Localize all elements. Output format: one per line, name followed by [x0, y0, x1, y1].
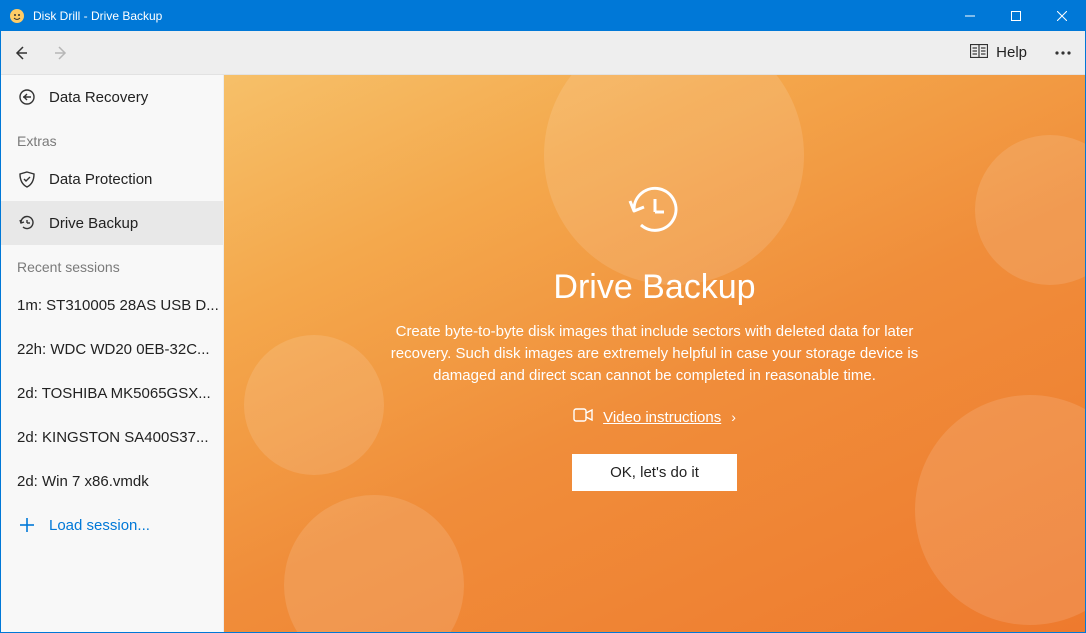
- video-instructions-link[interactable]: Video instructions ›: [573, 408, 736, 426]
- toolbar: Help: [1, 31, 1085, 75]
- video-link-label: Video instructions: [603, 409, 721, 426]
- sidebar-label: Data Protection: [49, 171, 152, 188]
- main-title: Drive Backup: [553, 268, 755, 307]
- body: Data Recovery Extras Data Protection Dri…: [1, 75, 1085, 632]
- recent-session[interactable]: 22h: WDC WD20 0EB-32C...: [1, 327, 223, 371]
- sidebar-label: Drive Backup: [49, 215, 138, 232]
- recent-session[interactable]: 2d: TOSHIBA MK5065GSX...: [1, 371, 223, 415]
- minimize-button[interactable]: [947, 1, 993, 31]
- sidebar-section-recent: Recent sessions: [1, 245, 223, 283]
- decoration: [284, 495, 464, 632]
- decoration: [915, 395, 1085, 625]
- forward-button[interactable]: [41, 31, 81, 75]
- load-session-label: Load session...: [49, 517, 150, 534]
- ok-lets-do-it-button[interactable]: OK, let's do it: [572, 454, 737, 491]
- plus-icon: [17, 515, 37, 535]
- decoration: [975, 135, 1085, 285]
- close-button[interactable]: [1039, 1, 1085, 31]
- sidebar-item-data-protection[interactable]: Data Protection: [1, 157, 223, 201]
- app-window: Disk Drill - Drive Backup Help: [0, 0, 1086, 633]
- backup-icon: [17, 213, 37, 233]
- backup-hero-icon: [620, 175, 690, 250]
- shield-icon: [17, 169, 37, 189]
- recovery-icon: [17, 87, 37, 107]
- back-button[interactable]: [1, 31, 41, 75]
- chevron-right-icon: ›: [731, 409, 736, 425]
- recent-session[interactable]: 2d: Win 7 x86.vmdk: [1, 459, 223, 503]
- more-button[interactable]: [1041, 31, 1085, 75]
- help-button[interactable]: Help: [956, 31, 1041, 75]
- help-label: Help: [996, 44, 1027, 61]
- sidebar-item-data-recovery[interactable]: Data Recovery: [1, 75, 223, 119]
- video-icon: [573, 408, 593, 426]
- app-icon: [9, 8, 25, 24]
- sidebar-label: Data Recovery: [49, 89, 148, 106]
- title-bar[interactable]: Disk Drill - Drive Backup: [1, 1, 1085, 31]
- window-title: Disk Drill - Drive Backup: [33, 9, 162, 23]
- sidebar-section-extras: Extras: [1, 119, 223, 157]
- main-panel: Drive Backup Create byte-to-byte disk im…: [224, 75, 1085, 632]
- recent-session[interactable]: 2d: KINGSTON SA400S37...: [1, 415, 223, 459]
- recent-session[interactable]: 1m: ST310005 28AS USB D...: [1, 283, 223, 327]
- sidebar-item-drive-backup[interactable]: Drive Backup: [1, 201, 223, 245]
- help-icon: [970, 44, 988, 62]
- decoration: [244, 335, 384, 475]
- sidebar: Data Recovery Extras Data Protection Dri…: [1, 75, 224, 632]
- main-description: Create byte-to-byte disk images that inc…: [375, 321, 935, 386]
- load-session-button[interactable]: Load session...: [1, 503, 223, 547]
- maximize-button[interactable]: [993, 1, 1039, 31]
